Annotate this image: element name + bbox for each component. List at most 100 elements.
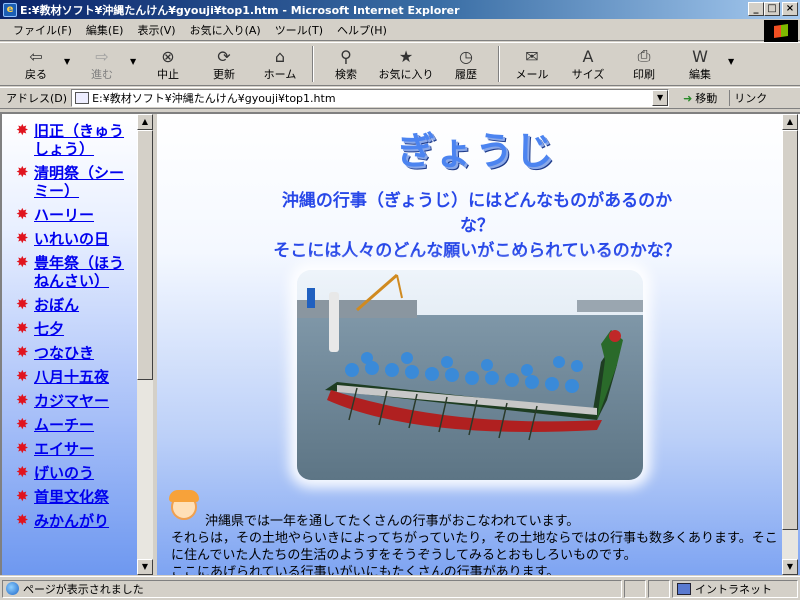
red-star-icon: ✸ [16, 253, 29, 271]
forward-dropdown[interactable]: ▼ [130, 43, 140, 66]
red-star-icon: ✸ [16, 229, 29, 247]
nav-item: ✸ げいのう [16, 464, 127, 482]
nav-item: ✸ みかんがり [16, 512, 127, 530]
nav-link[interactable]: エイサー [34, 440, 94, 458]
title-bar[interactable]: e E:¥教材ソフト¥沖縄たんけん¥gyouji¥top1.htm - Micr… [0, 0, 800, 19]
page-icon [75, 92, 90, 104]
toolbar-separator [312, 46, 314, 82]
nav-link[interactable]: ムーチー [34, 416, 94, 434]
nav-link[interactable]: ハーリー [34, 206, 94, 224]
red-star-icon: ✸ [16, 487, 29, 505]
history-button[interactable]: ◷ 履歴 [438, 43, 494, 85]
nav-scrollbar[interactable]: ▲ ▼ [137, 114, 153, 575]
nav-link[interactable]: げいのう [34, 464, 94, 482]
go-button[interactable]: ➜ 移動 [683, 90, 717, 106]
red-star-icon: ✸ [16, 463, 29, 481]
toolbar-separator [498, 46, 500, 82]
address-value[interactable]: E:¥教材ソフト¥沖縄たんけん¥gyouji¥top1.htm [92, 90, 652, 106]
forward-arrow-icon: ⇨ [95, 46, 109, 66]
nav-link[interactable]: 旧正（きゅうしょう） [34, 122, 127, 158]
refresh-button[interactable]: ⟳ 更新 [196, 43, 252, 85]
maximize-button[interactable]: □ [764, 2, 780, 16]
nav-item: ✸ 清明祭（シーミー） [16, 164, 127, 200]
nav-item: ✸ おぼん [16, 296, 127, 314]
red-star-icon: ✸ [16, 121, 29, 139]
scroll-down-arrow-icon[interactable]: ▼ [782, 559, 798, 575]
red-star-icon: ✸ [16, 163, 29, 181]
back-dropdown[interactable]: ▼ [64, 43, 74, 66]
nav-link[interactable]: カジマヤー [34, 392, 109, 410]
nav-link[interactable]: 豊年祭（ほうねんさい） [34, 254, 127, 290]
back-button[interactable]: ⇦ 戻る [8, 43, 64, 85]
windows-logo-icon [764, 20, 798, 42]
red-star-icon: ✸ [16, 343, 29, 361]
status-message: ページが表示されました [2, 579, 622, 598]
nav-frame: ✸ 旧正（きゅうしょう） ✸ 清明祭（シーミー） ✸ ハーリー ✸ いれいの日 ✸ 豊年祭… [2, 114, 155, 575]
zone-text: イントラネット [695, 582, 772, 596]
browser-window: e E:¥教材ソフト¥沖縄たんけん¥gyouji¥top1.htm - Micr… [0, 0, 800, 600]
home-icon: ⌂ [274, 46, 286, 66]
menu-file[interactable]: ファイル(F) [6, 22, 79, 38]
mail-button[interactable]: ✉ メール [504, 43, 560, 85]
scroll-thumb[interactable] [137, 130, 153, 380]
red-star-icon: ✸ [16, 319, 29, 337]
menu-edit[interactable]: 編集(E) [79, 22, 131, 38]
question-line-2: そこには人々のどんな願いがこめられているのかな？ [273, 241, 681, 261]
size-button[interactable]: A サイズ [560, 43, 616, 85]
page-title: ぎょうじ [397, 129, 556, 173]
address-input[interactable]: E:¥教材ソフト¥沖縄たんけん¥gyouji¥top1.htm ▼ [71, 89, 670, 107]
menu-bar: ファイル(F) 編集(E) 表示(V) お気に入り(A) ツール(T) ヘルプ(… [0, 19, 800, 41]
nav-link[interactable]: 首里文化祭 [34, 488, 109, 506]
print-button[interactable]: ⎙ 印刷 [616, 43, 672, 85]
scroll-thumb[interactable] [782, 130, 798, 530]
stop-icon: ⊗ [161, 46, 175, 66]
edit-dropdown[interactable]: ▼ [728, 43, 738, 66]
mail-label: メール [515, 68, 549, 81]
nav-item: ✸ ハーリー [16, 206, 127, 224]
red-star-icon: ✸ [16, 391, 29, 409]
address-dropdown[interactable]: ▼ [652, 90, 669, 106]
nav-item: ✸ 旧正（きゅうしょう） [16, 122, 127, 158]
menu-view[interactable]: 表示(V) [130, 22, 182, 38]
print-label: 印刷 [633, 68, 655, 81]
nav-link[interactable]: おぼん [34, 296, 79, 314]
nav-link[interactable]: つなひき [34, 344, 94, 362]
nav-item: ✸ ムーチー [16, 416, 127, 434]
menu-favorites[interactable]: お気に入り(A) [183, 22, 268, 38]
home-button[interactable]: ⌂ ホーム [252, 43, 308, 85]
nav-link[interactable]: 八月十五夜 [34, 368, 109, 386]
menu-tools[interactable]: ツール(T) [268, 22, 330, 38]
search-button[interactable]: ⚲ 検索 [318, 43, 374, 85]
minimize-button[interactable]: _ [748, 2, 764, 16]
forward-label: 進む [91, 68, 113, 81]
question-line-1: 沖縄の行事（ぎょうじ）にはどんなものがあるのかな？ [281, 191, 673, 236]
nav-link[interactable]: 清明祭（シーミー） [34, 164, 127, 200]
red-star-icon: ✸ [16, 295, 29, 313]
scroll-down-arrow-icon[interactable]: ▼ [137, 559, 153, 575]
forward-button[interactable]: ⇨ 進む [74, 43, 130, 85]
nav-item: ✸ いれいの日 [16, 230, 127, 248]
close-button[interactable]: × [782, 2, 798, 16]
main-scrollbar[interactable]: ▲ ▼ [782, 114, 798, 575]
history-label: 履歴 [455, 68, 477, 81]
scroll-up-arrow-icon[interactable]: ▲ [137, 114, 153, 130]
main-frame: ぎょうじ 沖縄の行事（ぎょうじ）にはどんなものがあるのかな？ そこには人々のどん… [157, 114, 800, 575]
links-button[interactable]: リンク [729, 90, 767, 106]
nav-link[interactable]: いれいの日 [34, 230, 109, 248]
red-star-icon: ✸ [16, 511, 29, 529]
nav-item: ✸ 首里文化祭 [16, 488, 127, 506]
window-controls: _ □ × [748, 2, 798, 16]
nav-list: ✸ 旧正（きゅうしょう） ✸ 清明祭（シーミー） ✸ ハーリー ✸ いれいの日 ✸ 豊年祭… [2, 114, 127, 530]
page-content: ✸ 旧正（きゅうしょう） ✸ 清明祭（シーミー） ✸ ハーリー ✸ いれいの日 ✸ 豊年祭… [0, 112, 800, 575]
edit-button[interactable]: W 編集 [672, 43, 728, 85]
stop-button[interactable]: ⊗ 中止 [140, 43, 196, 85]
standard-toolbar: ⇦ 戻る ▼ ⇨ 進む ▼ ⊗ 中止 ⟳ 更新 ⌂ ホーム ⚲ 検索 ★ お気に… [0, 42, 800, 86]
menu-help[interactable]: ヘルプ(H) [330, 22, 394, 38]
favorites-button[interactable]: ★ お気に入り [374, 43, 438, 85]
page-done-icon [6, 582, 19, 595]
nav-link[interactable]: 七夕 [34, 320, 64, 338]
status-text: ページが表示されました [23, 582, 144, 596]
red-star-icon: ✸ [16, 367, 29, 385]
nav-link[interactable]: みかんがり [34, 512, 109, 530]
scroll-up-arrow-icon[interactable]: ▲ [782, 114, 798, 130]
